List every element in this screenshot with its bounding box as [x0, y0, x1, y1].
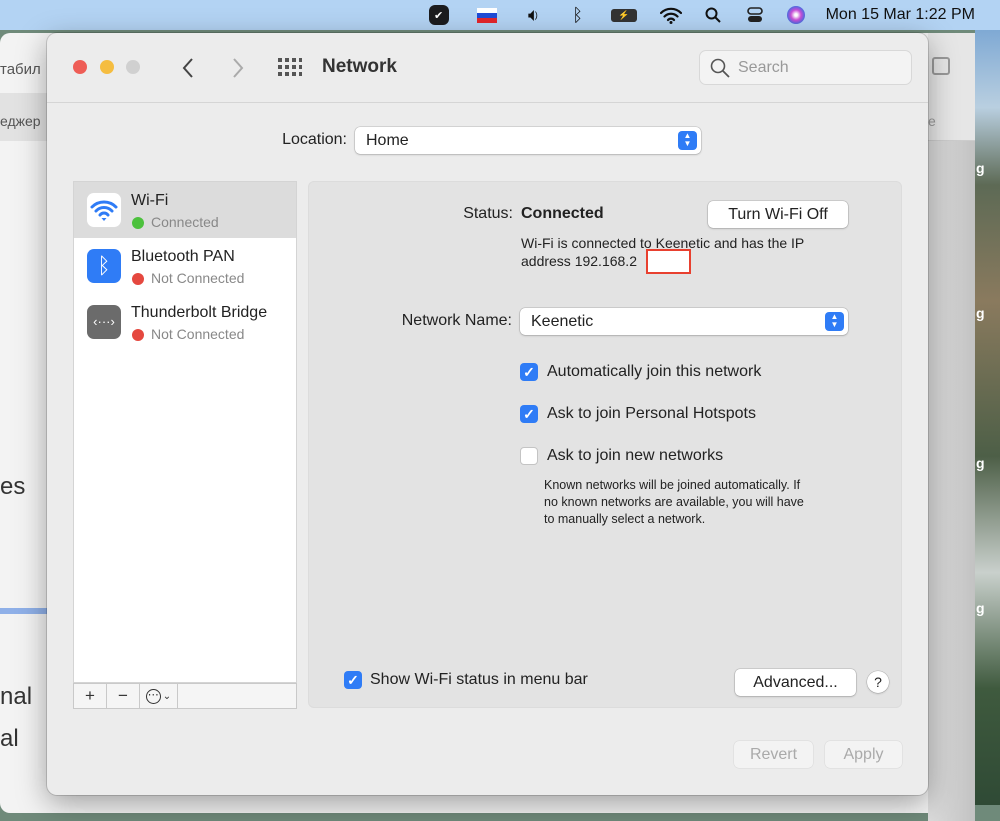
- location-label: Location:: [282, 131, 347, 148]
- personal-hotspots-label: Ask to join Personal Hotspots: [547, 405, 756, 422]
- bg-text: табил: [0, 61, 41, 78]
- note-line: no known networks are available, you wil…: [544, 495, 804, 509]
- help-button[interactable]: ?: [867, 671, 889, 693]
- search-input[interactable]: Search: [699, 50, 912, 85]
- siri-icon[interactable]: [776, 0, 816, 30]
- menu-bar: ✔ 🔉︎ ᛒ ⚡ Mon 15 Mar 1:22 PM: [0, 0, 1000, 30]
- search-icon: [710, 58, 730, 78]
- chevron-updown-icon: ▲ ▼: [825, 312, 844, 331]
- desktop-text: g: [976, 160, 985, 176]
- chevron-down-icon: ⌄: [162, 690, 172, 702]
- bluetooth-icon: ᛒ: [87, 249, 121, 283]
- ellipsis-circle-icon: ⋯: [145, 688, 161, 704]
- detail-panel: Status: Connected Turn Wi-Fi Off Wi-Fi i…: [308, 181, 902, 708]
- personal-hotspots-checkbox[interactable]: ✓: [520, 405, 538, 423]
- bg-text: al: [0, 725, 19, 752]
- location-dropdown[interactable]: Home ▲ ▼: [355, 127, 701, 154]
- show-all-grid-icon[interactable]: [278, 58, 302, 76]
- status-value: Connected: [521, 205, 604, 222]
- show-wifi-status-checkbox[interactable]: ✓: [344, 671, 362, 689]
- bluetooth-icon[interactable]: ᛒ: [558, 0, 598, 30]
- russian-flag-icon[interactable]: [464, 0, 510, 30]
- back-chevron-icon[interactable]: [181, 57, 195, 79]
- remove-service-button[interactable]: −: [107, 684, 140, 708]
- service-name: Wi-Fi: [131, 192, 169, 209]
- status-description-line2: address 192.168.2: [521, 253, 637, 269]
- thunderbolt-bridge-icon: ‹···›: [87, 305, 121, 339]
- status-dot-red: [132, 329, 144, 341]
- revert-button[interactable]: Revert: [734, 741, 813, 768]
- service-wifi[interactable]: Wi-Fi Connected: [74, 182, 296, 238]
- battery-charging-icon[interactable]: ⚡: [598, 0, 650, 30]
- search-placeholder: Search: [738, 58, 789, 76]
- service-thunderbolt-bridge[interactable]: ‹···› Thunderbolt Bridge Not Connected: [74, 294, 296, 350]
- status-dot-green: [132, 217, 144, 229]
- network-preferences-window: Network Search Location: Home ▲ ▼ Wi-Fi C…: [47, 33, 928, 795]
- service-status: Not Connected: [151, 270, 245, 286]
- bg-text: e: [928, 113, 936, 129]
- bg-text: es: [0, 473, 26, 500]
- turn-wifi-off-button[interactable]: Turn Wi-Fi Off: [708, 201, 848, 228]
- wifi-icon[interactable]: [650, 0, 692, 30]
- network-name-value: Keenetic: [531, 312, 594, 330]
- bg-window-icon: [932, 57, 950, 75]
- control-center-icon[interactable]: [734, 0, 776, 30]
- desktop-text: g: [976, 305, 985, 321]
- service-list-toolbar: + − ⋯ ⌄: [73, 683, 297, 709]
- menubar-clock[interactable]: Mon 15 Mar 1:22 PM: [816, 0, 975, 30]
- location-value: Home: [366, 131, 409, 149]
- zoom-button[interactable]: [126, 60, 140, 74]
- bg-bar: [0, 608, 47, 614]
- auto-join-checkbox[interactable]: ✓: [520, 363, 538, 381]
- advanced-button[interactable]: Advanced...: [735, 669, 856, 696]
- wifi-icon: [87, 193, 121, 227]
- checkmark-app-icon[interactable]: ✔: [414, 0, 464, 30]
- redaction-box: [646, 249, 691, 274]
- service-status: Connected: [151, 214, 219, 230]
- chevron-updown-icon: ▲ ▼: [678, 131, 697, 150]
- note-line: Known networks will be joined automatica…: [544, 478, 801, 492]
- spotlight-search-icon[interactable]: [692, 0, 734, 30]
- service-bluetooth-pan[interactable]: ᛒ Bluetooth PAN Not Connected: [74, 238, 296, 294]
- network-name-dropdown[interactable]: Keenetic ▲ ▼: [520, 308, 848, 335]
- status-dot-red: [132, 273, 144, 285]
- add-service-button[interactable]: +: [74, 684, 107, 708]
- actions-menu-button[interactable]: ⋯ ⌄: [140, 684, 178, 708]
- service-name: Thunderbolt Bridge: [131, 304, 268, 321]
- bg-pane: [928, 141, 975, 821]
- forward-chevron-icon[interactable]: [231, 57, 245, 79]
- volume-icon[interactable]: 🔉︎: [510, 0, 558, 30]
- auto-join-label: Automatically join this network: [547, 363, 762, 380]
- status-label: Status:: [463, 205, 513, 222]
- bg-text: nal: [0, 683, 33, 710]
- service-list: Wi-Fi Connected ᛒ Bluetooth PAN Not Conn…: [73, 181, 297, 683]
- ask-new-networks-checkbox[interactable]: [520, 447, 538, 465]
- show-wifi-status-label: Show Wi-Fi status in menu bar: [370, 671, 588, 688]
- desktop-wallpaper: [975, 30, 1000, 805]
- title-bar: Network Search: [47, 33, 928, 103]
- apply-button[interactable]: Apply: [825, 741, 902, 768]
- window-title: Network: [322, 56, 397, 77]
- bg-text: еджер: [0, 113, 41, 129]
- desktop-text: g: [976, 455, 985, 471]
- network-name-label: Network Name:: [401, 312, 512, 329]
- service-name: Bluetooth PAN: [131, 248, 235, 265]
- desktop-text: g: [976, 600, 985, 616]
- service-status: Not Connected: [151, 326, 245, 342]
- join-networks-note: Known networks will be joined automatica…: [544, 477, 854, 528]
- close-button[interactable]: [73, 60, 87, 74]
- ask-new-networks-label: Ask to join new networks: [547, 447, 724, 464]
- note-line: to manually select a network.: [544, 512, 706, 526]
- minimize-button[interactable]: [100, 60, 114, 74]
